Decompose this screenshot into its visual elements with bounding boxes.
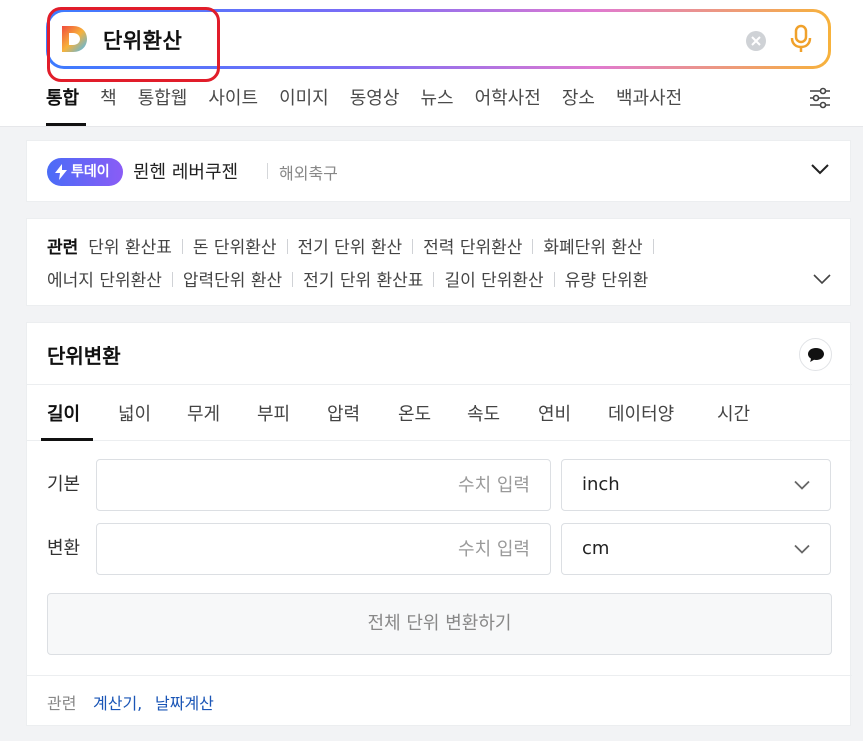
highlight-box	[47, 7, 220, 82]
related-item[interactable]: 길이 단위환산	[444, 271, 543, 291]
lightning-icon	[55, 164, 67, 180]
related-item[interactable]: 압력단위 환산	[183, 271, 282, 291]
unit-tab-fuel-economy[interactable]: 연비	[538, 400, 571, 426]
search-tabs: 통합 책 통합웹 사이트 이미지 동영상 뉴스 어학사전 장소 백과사전	[46, 84, 703, 112]
related-line-1: 관련 단위 환산표 돈 단위환산 전기 단위 환산 전력 단위환산 화폐단위 환산	[47, 233, 807, 258]
clear-icon[interactable]	[746, 31, 766, 51]
speech-bubble-icon	[808, 348, 824, 362]
tab-integrated[interactable]: 통합	[46, 84, 79, 112]
tab-books[interactable]: 책	[100, 84, 117, 112]
unit-tab-temperature[interactable]: 온도	[398, 400, 431, 426]
related-heading: 관련	[47, 238, 79, 258]
tab-places[interactable]: 장소	[562, 84, 595, 112]
related-item[interactable]: 유량 단위환	[565, 271, 649, 291]
converter-footer: 관련 계산기, 날짜계산	[27, 675, 852, 727]
convert-all-button[interactable]: 전체 단위 변환하기	[47, 593, 832, 655]
base-value-input[interactable]	[96, 459, 551, 511]
mic-icon[interactable]	[789, 24, 813, 54]
related-item[interactable]: 전기 단위 환산표	[303, 271, 423, 291]
feedback-button[interactable]	[799, 338, 832, 371]
date-calculator-link[interactable]: 날짜계산	[155, 690, 214, 714]
base-unit-value: inch	[582, 474, 620, 495]
related-item[interactable]: 단위 환산표	[88, 238, 172, 258]
search-header: 단위환산 통합 책 통합웹 사이트 이미지 동영상 뉴스 어학사전 장소 백과사…	[0, 0, 863, 127]
chevron-down-icon	[794, 480, 810, 490]
chevron-down-icon[interactable]	[813, 273, 831, 285]
base-unit-select[interactable]: inch	[561, 459, 831, 511]
today-title[interactable]: 뮌헨 레버쿠젠	[133, 158, 238, 184]
unit-tab-length[interactable]: 길이	[47, 400, 80, 426]
chevron-down-icon	[794, 544, 810, 554]
target-unit-select[interactable]: cm	[561, 523, 831, 575]
calculator-link[interactable]: 계산기,	[93, 690, 142, 714]
active-tab-underline	[46, 123, 86, 126]
unit-tab-area[interactable]: 넓이	[118, 400, 151, 426]
unit-converter-card: 단위변환 길이 넓이 무게 부피 압력 온도 속도 연비 데이터양 시간 기본 …	[26, 322, 852, 727]
target-label: 변환	[47, 538, 81, 559]
active-unit-tab-underline	[41, 438, 93, 441]
footer-related-label: 관련	[47, 694, 77, 713]
unit-tab-volume[interactable]: 부피	[257, 400, 290, 426]
filter-settings-icon[interactable]	[808, 86, 832, 110]
target-unit-value: cm	[582, 538, 610, 559]
tab-videos[interactable]: 동영상	[350, 84, 400, 112]
base-label: 기본	[47, 474, 81, 495]
converter-title: 단위변환	[47, 344, 121, 368]
today-card[interactable]: 투데이 뮌헨 레버쿠젠 해외축구	[26, 140, 851, 202]
unit-tab-weight[interactable]: 무게	[187, 400, 220, 426]
tab-news[interactable]: 뉴스	[420, 84, 453, 112]
related-item[interactable]: 돈 단위환산	[193, 238, 277, 258]
related-item[interactable]: 화폐단위 환산	[543, 238, 642, 258]
unit-tab-pressure[interactable]: 압력	[327, 400, 360, 426]
divider	[267, 163, 268, 179]
unit-tab-time[interactable]: 시간	[717, 400, 750, 426]
today-category: 해외축구	[279, 164, 338, 183]
tab-sites[interactable]: 사이트	[208, 84, 258, 112]
related-searches-card: 관련 단위 환산표 돈 단위환산 전기 단위 환산 전력 단위환산 화폐단위 환산 에너지…	[26, 218, 851, 306]
chevron-down-icon[interactable]	[811, 163, 829, 175]
today-badge: 투데이	[47, 158, 123, 186]
related-line-2: 에너지 단위환산 압력단위 환산 전기 단위 환산표 길이 단위환산 유량 단위환	[47, 266, 807, 291]
tab-encyclopedia[interactable]: 백과사전	[616, 84, 682, 112]
unit-tab-speed[interactable]: 속도	[467, 400, 500, 426]
tab-dictionary[interactable]: 어학사전	[475, 84, 541, 112]
tab-integrated-web[interactable]: 통합웹	[138, 84, 188, 112]
related-item[interactable]: 전기 단위 환산	[298, 238, 403, 258]
target-value-input[interactable]	[96, 523, 551, 575]
related-item[interactable]: 전력 단위환산	[423, 238, 522, 258]
unit-tab-data[interactable]: 데이터양	[608, 400, 674, 426]
related-item[interactable]: 에너지 단위환산	[47, 271, 162, 291]
today-badge-label: 투데이	[71, 164, 110, 180]
unit-category-tabs: 길이 넓이 무게 부피 압력 온도 속도 연비 데이터양 시간	[27, 384, 852, 441]
tab-images[interactable]: 이미지	[279, 84, 329, 112]
